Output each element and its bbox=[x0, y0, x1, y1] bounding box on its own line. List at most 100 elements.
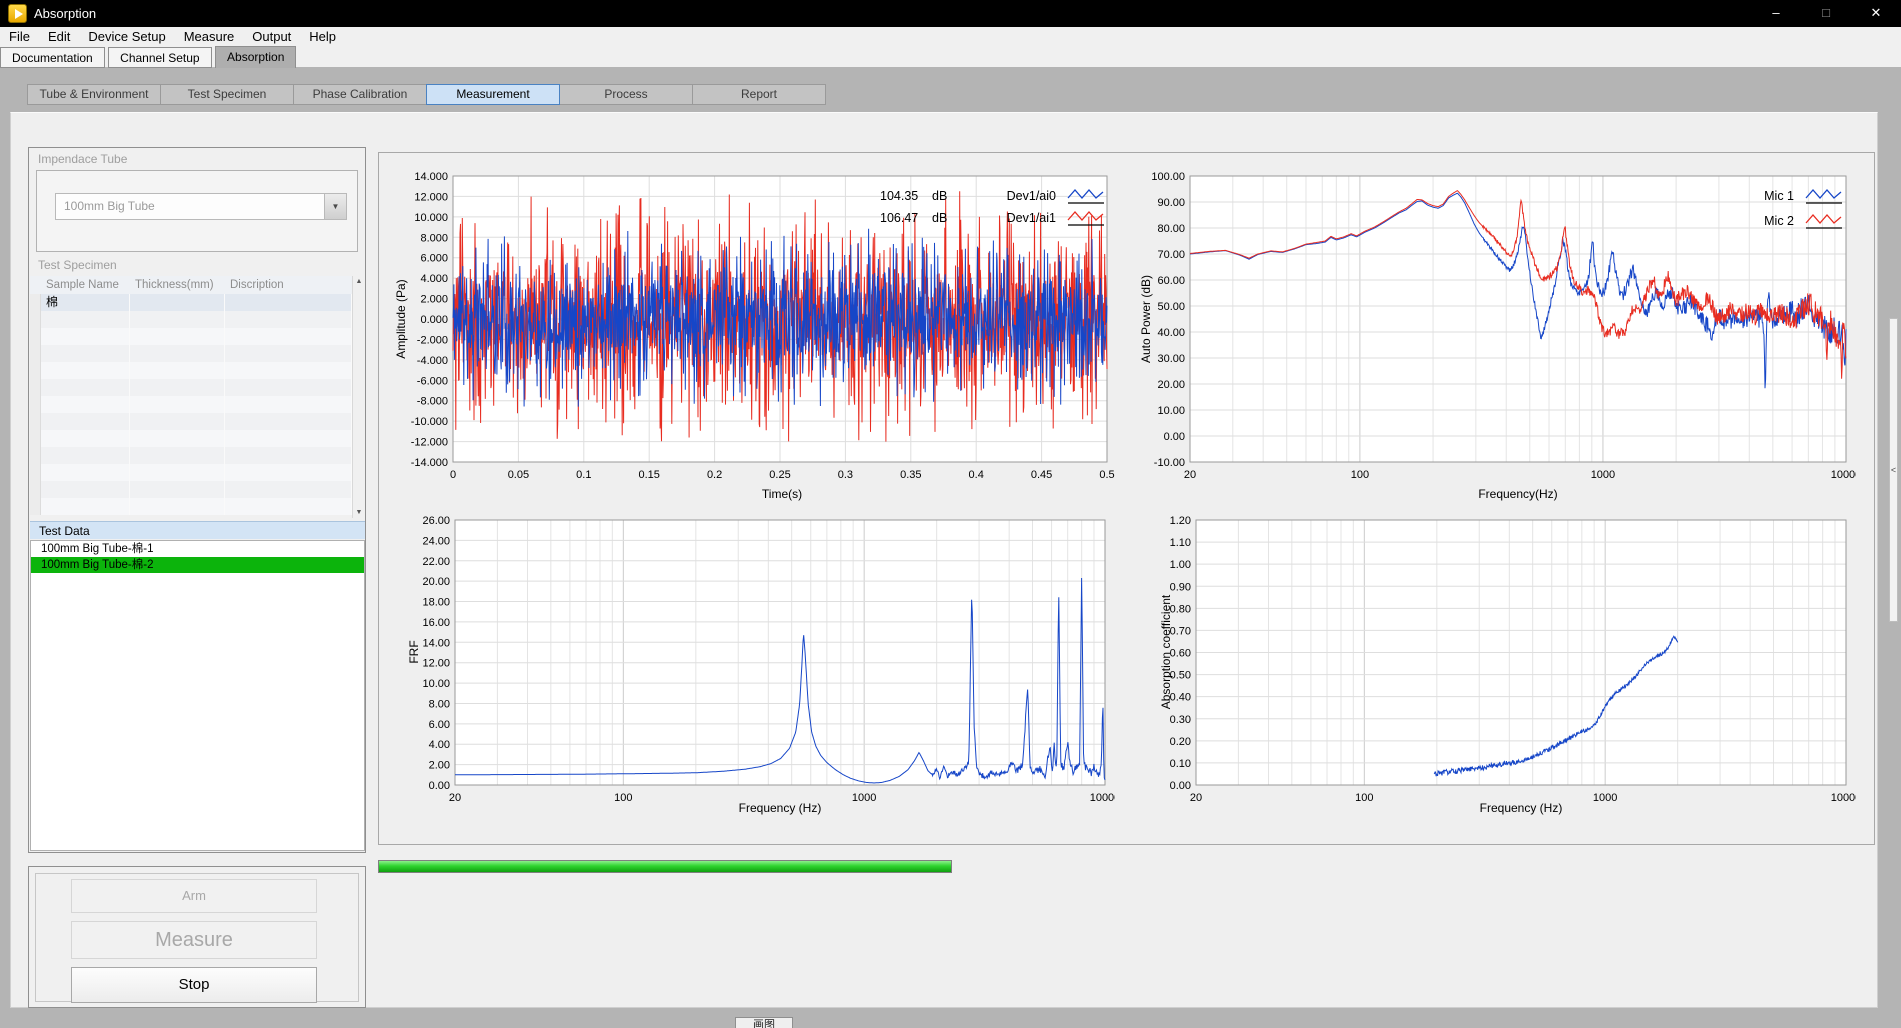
scroll-up-icon[interactable]: ▲ bbox=[353, 278, 365, 285]
sub-tab-bar: Tube & Environment Test Specimen Phase C… bbox=[28, 84, 826, 105]
chevron-left-icon: < bbox=[1890, 465, 1897, 475]
impedance-tube-dropdown[interactable]: 100mm Big Tube ▼ bbox=[55, 193, 347, 220]
table-row[interactable] bbox=[30, 498, 352, 515]
subtab-process[interactable]: Process bbox=[559, 84, 693, 105]
svg-text:0.3: 0.3 bbox=[838, 469, 853, 481]
subtab-test-specimen[interactable]: Test Specimen bbox=[160, 84, 294, 105]
plot-style-icon[interactable] bbox=[1066, 208, 1106, 228]
plot-style-icon[interactable] bbox=[1804, 211, 1844, 231]
panel-splitter[interactable]: < bbox=[1889, 318, 1898, 622]
subtab-measurement[interactable]: Measurement bbox=[426, 84, 560, 105]
labview-app-icon bbox=[8, 4, 27, 23]
maximize-button[interactable]: □ bbox=[1801, 0, 1851, 27]
title-bar: Absorption – □ ✕ bbox=[0, 0, 1901, 27]
menu-item-edit[interactable]: Edit bbox=[39, 27, 79, 46]
test-data-label: Test Data bbox=[30, 521, 365, 539]
tab-documentation[interactable]: Documentation bbox=[0, 47, 105, 68]
menu-bar: File Edit Device Setup Measure Output He… bbox=[0, 27, 1901, 46]
subtab-tube-environment[interactable]: Tube & Environment bbox=[27, 84, 161, 105]
table-row[interactable]: 棉 bbox=[30, 294, 352, 311]
frf-plot: 26.0024.0022.0020.0018.0016.0014.0012.00… bbox=[412, 512, 1115, 815]
subtab-phase-calibration[interactable]: Phase Calibration bbox=[293, 84, 427, 105]
level-unit: dB bbox=[932, 211, 958, 225]
table-row[interactable] bbox=[30, 413, 352, 430]
subtab-report[interactable]: Report bbox=[692, 84, 826, 105]
svg-text:-2.000: -2.000 bbox=[417, 334, 448, 346]
measure-button[interactable]: Measure bbox=[71, 921, 317, 959]
table-row[interactable] bbox=[30, 430, 352, 447]
svg-text:10.00: 10.00 bbox=[1157, 405, 1185, 417]
svg-text:0.00: 0.00 bbox=[1164, 431, 1185, 443]
chevron-down-icon[interactable]: ▼ bbox=[324, 194, 346, 219]
stop-button[interactable]: Stop bbox=[71, 967, 317, 1003]
menu-item-measure[interactable]: Measure bbox=[175, 27, 244, 46]
impedance-tube-label: Impendace Tube bbox=[29, 150, 365, 168]
svg-text:0.4: 0.4 bbox=[969, 469, 984, 481]
svg-text:60.00: 60.00 bbox=[1157, 275, 1185, 287]
svg-text:0.45: 0.45 bbox=[1031, 469, 1052, 481]
table-row[interactable] bbox=[30, 345, 352, 362]
svg-text:-6.000: -6.000 bbox=[417, 375, 448, 387]
cell-discription bbox=[225, 294, 352, 311]
svg-text:2.00: 2.00 bbox=[429, 760, 450, 772]
plot-style-icon[interactable] bbox=[1066, 186, 1106, 206]
run-arrow-icon bbox=[15, 9, 23, 19]
control-buttons-panel: Arm Measure Stop bbox=[28, 866, 366, 1008]
svg-text:0.000: 0.000 bbox=[420, 314, 448, 326]
tab-channel-setup[interactable]: Channel Setup bbox=[108, 47, 211, 68]
menu-item-output[interactable]: Output bbox=[243, 27, 300, 46]
time-chart-legend: 104.35 dB Dev1/ai0 106.47 dB Dev1/ai1 bbox=[880, 186, 1110, 228]
svg-text:10.00: 10.00 bbox=[422, 678, 450, 690]
frequency-axis-label: Frequency (Hz) bbox=[455, 801, 1105, 815]
absorption-plot: 1.201.101.000.900.800.700.600.500.400.30… bbox=[1160, 512, 1856, 815]
list-item-selected[interactable]: 100mm Big Tube-棉-2 bbox=[31, 557, 364, 573]
svg-text:0: 0 bbox=[450, 469, 456, 481]
test-specimen-label: Test Specimen bbox=[29, 256, 365, 274]
svg-text:90.00: 90.00 bbox=[1157, 197, 1185, 209]
svg-text:70.00: 70.00 bbox=[1157, 249, 1185, 261]
svg-text:100.00: 100.00 bbox=[1151, 171, 1185, 183]
minimize-button[interactable]: – bbox=[1751, 0, 1801, 27]
svg-text:0.2: 0.2 bbox=[707, 469, 722, 481]
table-row[interactable] bbox=[30, 362, 352, 379]
svg-text:0.35: 0.35 bbox=[900, 469, 921, 481]
table-row[interactable] bbox=[30, 328, 352, 345]
scroll-down-icon[interactable]: ▼ bbox=[353, 509, 365, 516]
arm-button[interactable]: Arm bbox=[71, 879, 317, 913]
svg-text:0.00: 0.00 bbox=[429, 780, 450, 792]
svg-text:50.00: 50.00 bbox=[1157, 301, 1185, 313]
svg-text:1.00: 1.00 bbox=[1170, 559, 1191, 571]
svg-text:-4.000: -4.000 bbox=[417, 355, 448, 367]
close-button[interactable]: ✕ bbox=[1851, 0, 1901, 27]
svg-text:0.1: 0.1 bbox=[576, 469, 591, 481]
table-scrollbar[interactable]: ▲ ▼ bbox=[352, 276, 365, 518]
svg-text:16.00: 16.00 bbox=[422, 617, 450, 629]
tab-absorption[interactable]: Absorption bbox=[215, 46, 296, 68]
menu-item-file[interactable]: File bbox=[0, 27, 39, 46]
level-readout-ai1: 106.47 bbox=[880, 211, 932, 225]
table-row[interactable] bbox=[30, 396, 352, 413]
svg-text:0.10: 0.10 bbox=[1170, 758, 1191, 770]
menu-item-device-setup[interactable]: Device Setup bbox=[79, 27, 174, 46]
table-row[interactable] bbox=[30, 464, 352, 481]
svg-text:40.00: 40.00 bbox=[1157, 327, 1185, 339]
column-discription: Discription bbox=[225, 276, 352, 294]
menu-item-help[interactable]: Help bbox=[300, 27, 345, 46]
main-tab-strip: Documentation Channel Setup Absorption bbox=[0, 46, 1901, 67]
table-row[interactable] bbox=[30, 481, 352, 498]
table-row[interactable] bbox=[30, 447, 352, 464]
table-row[interactable] bbox=[30, 379, 352, 396]
bottom-tab-draw[interactable]: 画图 bbox=[735, 1017, 793, 1028]
table-row[interactable] bbox=[30, 311, 352, 328]
level-readout-ai0: 104.35 bbox=[880, 189, 932, 203]
plot-style-icon[interactable] bbox=[1804, 186, 1844, 206]
svg-text:2.000: 2.000 bbox=[420, 294, 448, 306]
level-unit: dB bbox=[932, 189, 958, 203]
svg-text:24.00: 24.00 bbox=[422, 535, 450, 547]
svg-text:0.30: 0.30 bbox=[1170, 714, 1191, 726]
list-item[interactable]: 100mm Big Tube-棉-1 bbox=[31, 541, 364, 557]
svg-text:18.00: 18.00 bbox=[422, 597, 450, 609]
svg-text:0.5: 0.5 bbox=[1099, 469, 1114, 481]
svg-text:0.00: 0.00 bbox=[1170, 780, 1191, 792]
svg-text:14.00: 14.00 bbox=[422, 637, 450, 649]
